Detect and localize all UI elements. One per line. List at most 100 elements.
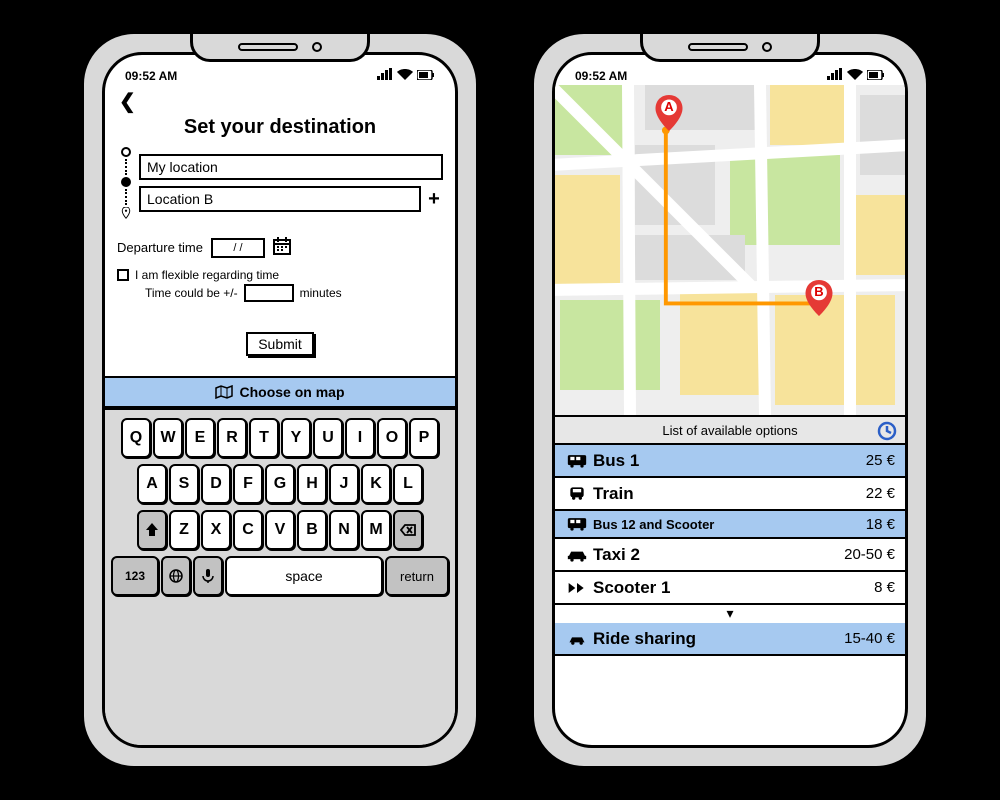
option-name: Train [593, 484, 866, 504]
option-row-bus-2[interactable]: Bus 12 and Scooter18 € [555, 511, 905, 539]
screen-right: 09:52 AM [552, 52, 908, 748]
key-e[interactable]: E [185, 418, 215, 458]
map-marker-a[interactable]: A [655, 95, 683, 131]
destination-input[interactable]: Location B [139, 186, 421, 212]
key-g[interactable]: G [265, 464, 295, 504]
sort-by-time-button[interactable] [877, 421, 897, 441]
key-shift[interactable] [137, 510, 167, 550]
option-name: Bus 12 and Scooter [593, 517, 866, 532]
share-icon [565, 631, 589, 647]
option-price: 20-50 € [844, 546, 895, 563]
key-f[interactable]: F [233, 464, 263, 504]
origin-input[interactable]: My location [139, 154, 443, 180]
options-list: Bus 125 €Train22 €Bus 12 and Scooter18 €… [555, 445, 905, 656]
key-b[interactable]: B [297, 510, 327, 550]
taxi-icon [565, 547, 589, 563]
option-price: 15-40 € [844, 630, 895, 647]
option-row-share-5[interactable]: Ride sharing15-40 € [555, 623, 905, 656]
flexible-checkbox[interactable] [117, 269, 129, 281]
option-name: Ride sharing [593, 629, 844, 649]
key-y[interactable]: Y [281, 418, 311, 458]
departure-label: Departure time [117, 240, 203, 255]
notch [190, 34, 370, 62]
key-h[interactable]: H [297, 464, 327, 504]
key-k[interactable]: K [361, 464, 391, 504]
screen-left: 09:52 AM ❮ Set your destination [102, 52, 458, 748]
origin-dot-icon [121, 147, 131, 157]
option-row-bus-0[interactable]: Bus 125 € [555, 445, 905, 478]
option-price: 18 € [866, 516, 895, 533]
key-w[interactable]: W [153, 418, 183, 458]
options-header: List of available options [555, 415, 905, 445]
key-n[interactable]: N [329, 510, 359, 550]
option-price: 22 € [866, 485, 895, 502]
key-mic[interactable] [193, 556, 223, 596]
key-d[interactable]: D [201, 464, 231, 504]
key-m[interactable]: M [361, 510, 391, 550]
key-globe[interactable] [161, 556, 191, 596]
status-time: 09:52 AM [575, 69, 627, 83]
key-return[interactable]: return [385, 556, 449, 596]
map-marker-b[interactable]: B [805, 280, 833, 316]
key-q[interactable]: Q [121, 418, 151, 458]
wifi-icon [397, 68, 413, 83]
key-numbers[interactable]: 123 [111, 556, 159, 596]
key-o[interactable]: O [377, 418, 407, 458]
option-row-taxi-3[interactable]: Taxi 220-50 € [555, 539, 905, 572]
battery-icon [417, 69, 435, 83]
dest-pin-icon [120, 207, 132, 219]
options-title: List of available options [662, 423, 797, 438]
option-price: 8 € [874, 579, 895, 596]
departure-date-input[interactable]: / / [211, 238, 265, 258]
add-destination-button[interactable]: + [425, 188, 443, 211]
scoot-icon [565, 580, 589, 596]
phone-left-frame: 09:52 AM ❮ Set your destination [80, 30, 480, 770]
submit-button[interactable]: Submit [246, 332, 314, 356]
bus-icon [565, 516, 589, 532]
key-u[interactable]: U [313, 418, 343, 458]
key-a[interactable]: A [137, 464, 167, 504]
key-space[interactable]: space [225, 556, 383, 596]
map-view[interactable]: A B [555, 85, 905, 415]
key-v[interactable]: V [265, 510, 295, 550]
option-price: 25 € [866, 452, 895, 469]
key-r[interactable]: R [217, 418, 247, 458]
bus-icon [565, 453, 589, 469]
wifi-icon [847, 68, 863, 83]
map-icon [215, 385, 233, 399]
train-icon [565, 486, 589, 502]
calendar-icon[interactable] [273, 237, 291, 258]
phone-right-frame: 09:52 AM [530, 30, 930, 770]
more-options-indicator[interactable]: ▾ [555, 605, 905, 623]
key-s[interactable]: S [169, 464, 199, 504]
page-title: Set your destination [117, 116, 443, 139]
option-row-train-1[interactable]: Train22 € [555, 478, 905, 511]
option-row-scoot-4[interactable]: Scooter 18 € [555, 572, 905, 605]
signal-icon [827, 68, 843, 83]
choose-on-map-label: Choose on map [239, 384, 344, 400]
key-backspace[interactable] [393, 510, 423, 550]
key-l[interactable]: L [393, 464, 423, 504]
key-z[interactable]: Z [169, 510, 199, 550]
key-p[interactable]: P [409, 418, 439, 458]
flex-minutes-input[interactable] [244, 284, 294, 302]
flex-post-label: minutes [300, 286, 342, 300]
keyboard: QWERTYUIOP ASDFGHJKL ZXCVBNM 123 space r… [105, 408, 455, 745]
back-button[interactable]: ❮ [117, 89, 443, 114]
key-c[interactable]: C [233, 510, 263, 550]
battery-icon [867, 69, 885, 83]
option-name: Bus 1 [593, 451, 866, 471]
key-t[interactable]: T [249, 418, 279, 458]
status-time: 09:52 AM [125, 69, 177, 83]
flexible-label: I am flexible regarding time [135, 268, 279, 282]
key-x[interactable]: X [201, 510, 231, 550]
marker-b-label: B [805, 284, 833, 299]
key-i[interactable]: I [345, 418, 375, 458]
marker-a-label: A [655, 99, 683, 114]
notch [640, 34, 820, 62]
waypoint-dot-icon [121, 177, 131, 187]
signal-icon [377, 68, 393, 83]
key-j[interactable]: J [329, 464, 359, 504]
flex-pre-label: Time could be +/- [145, 286, 238, 300]
choose-on-map-button[interactable]: Choose on map [105, 376, 455, 408]
